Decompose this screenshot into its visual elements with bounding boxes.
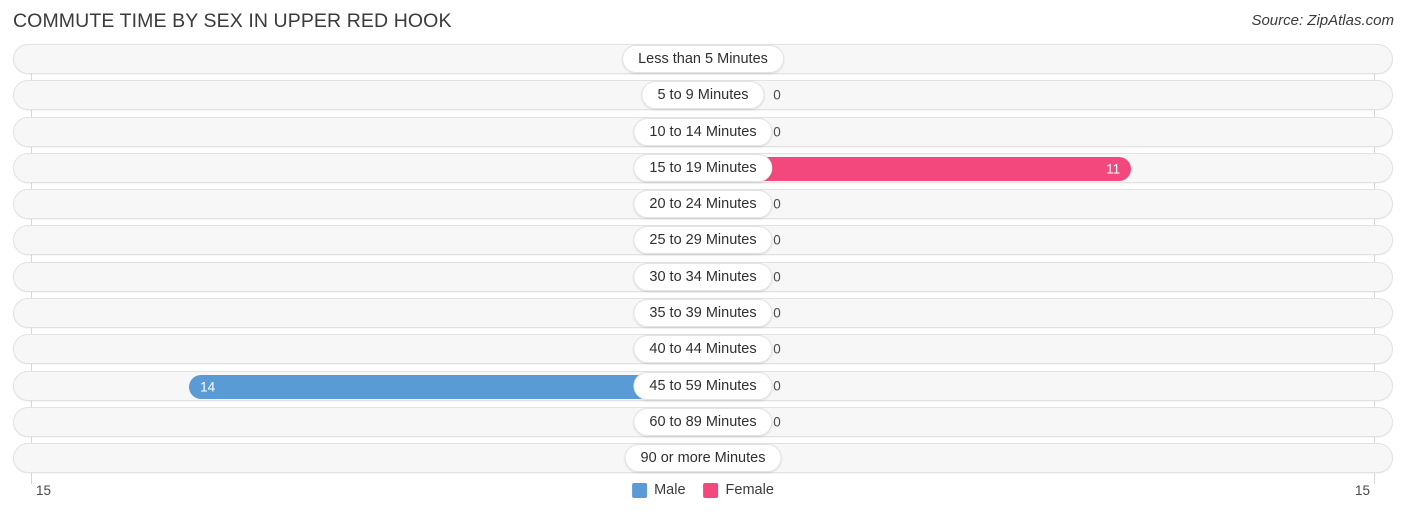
legend-item-male[interactable]: Male [632, 482, 686, 498]
table-row[interactable]: 0025 to 29 Minutes [13, 225, 1393, 256]
table-row[interactable]: 0040 to 44 Minutes [13, 334, 1393, 365]
bar-value-female: 0 [773, 232, 781, 248]
page-title: COMMUTE TIME BY SEX IN UPPER RED HOOK [13, 10, 452, 32]
bar-value-female: 0 [773, 305, 781, 321]
chart-header: COMMUTE TIME BY SEX IN UPPER RED HOOK So… [0, 0, 1406, 44]
table-row[interactable]: 0090 or more Minutes [13, 443, 1393, 474]
category-label: 90 or more Minutes [624, 444, 782, 473]
table-row[interactable]: 00Less than 5 Minutes [13, 44, 1393, 74]
category-label: 25 to 29 Minutes [633, 226, 773, 255]
legend-label-male: Male [654, 482, 686, 498]
table-row[interactable]: 0030 to 34 Minutes [13, 261, 1393, 292]
category-label: 15 to 19 Minutes [633, 153, 773, 182]
bar-value-female: 0 [773, 341, 781, 357]
legend-item-female[interactable]: Female [703, 482, 774, 498]
legend-label-female: Female [725, 482, 774, 498]
bar-value-female: 0 [773, 87, 781, 103]
table-row[interactable]: 01115 to 19 Minutes [13, 152, 1393, 183]
source-attribution: Source: ZipAtlas.com [1251, 12, 1394, 29]
bar-value-female: 11 [1106, 161, 1121, 177]
table-row[interactable]: 14 0 45 to 59 Minutes [13, 370, 1393, 401]
bar-value-female: 0 [773, 124, 781, 140]
category-label: 40 to 44 Minutes [633, 335, 773, 364]
bar-female[interactable]: 11 [716, 156, 1132, 181]
category-label: 35 to 39 Minutes [633, 299, 773, 328]
table-row[interactable]: 0035 to 39 Minutes [13, 298, 1393, 329]
axis-min-label: 15 [36, 483, 52, 498]
bar-value-female: 0 [773, 269, 781, 285]
axis-max-label: 15 [1354, 483, 1370, 498]
chart-footer: 15 15 Male Female [13, 478, 1393, 516]
category-label: Less than 5 Minutes [622, 45, 784, 73]
category-label: 45 to 59 Minutes [633, 371, 773, 400]
chart-plot-area: 00Less than 5 Minutes005 to 9 Minutes001… [13, 44, 1393, 484]
table-row[interactable]: 0020 to 24 Minutes [13, 189, 1393, 220]
table-row[interactable]: 005 to 9 Minutes [13, 80, 1393, 111]
legend-swatch-male-icon [632, 482, 648, 498]
chart-rows: 00Less than 5 Minutes005 to 9 Minutes001… [13, 44, 1393, 474]
legend-swatch-female-icon [703, 482, 719, 498]
table-row[interactable]: 0060 to 89 Minutes [13, 406, 1393, 437]
table-row[interactable]: 0010 to 14 Minutes [13, 116, 1393, 147]
category-label: 5 to 9 Minutes [641, 81, 765, 110]
category-label: 60 to 89 Minutes [633, 407, 773, 436]
category-label: 20 to 24 Minutes [633, 190, 773, 219]
chart-legend: Male Female [632, 482, 774, 498]
bar-value-female: 0 [773, 196, 781, 212]
bar-value-female: 0 [773, 414, 781, 430]
bar-value-female: 0 [773, 378, 781, 394]
bar-value-male: 14 [200, 379, 216, 395]
category-label: 10 to 14 Minutes [633, 117, 773, 146]
category-label: 30 to 34 Minutes [633, 262, 773, 291]
